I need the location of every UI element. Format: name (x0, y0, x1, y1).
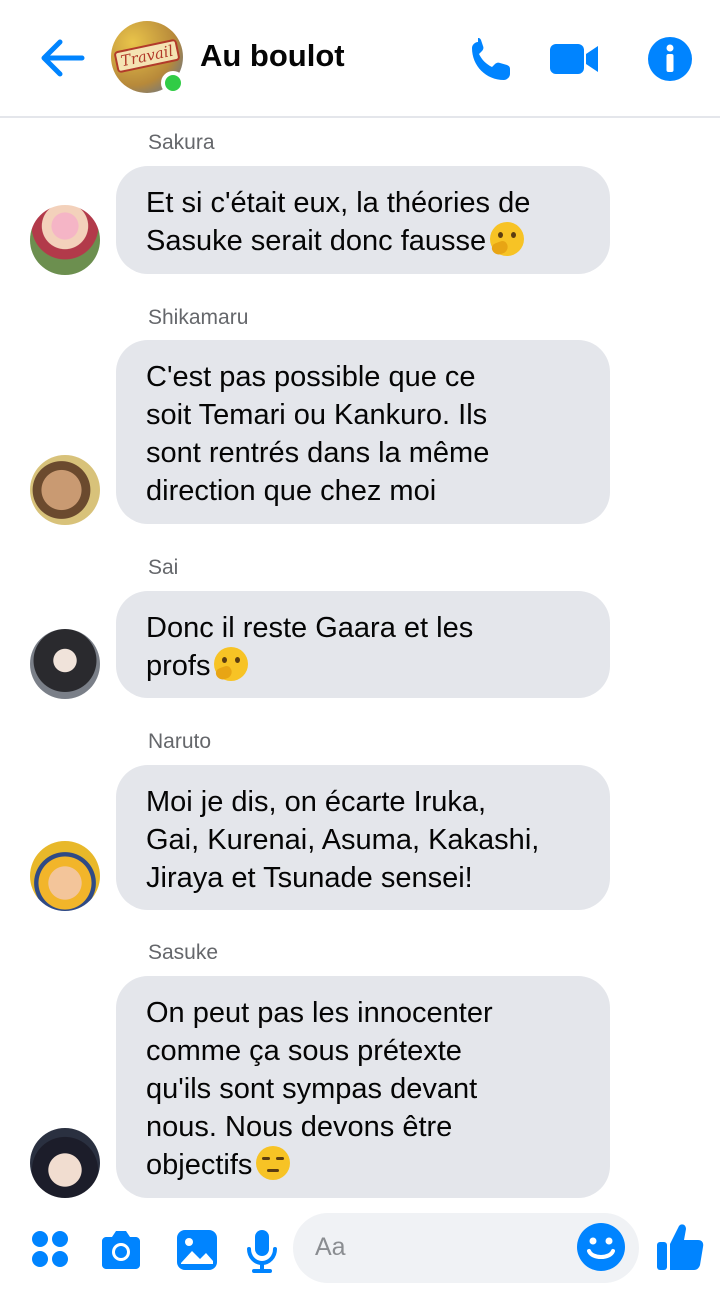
thinking-face-icon (214, 647, 249, 681)
avatar-stamp-text: Travail (113, 38, 181, 74)
avatar[interactable] (30, 455, 100, 525)
message-input[interactable] (315, 1227, 565, 1267)
message-bubble[interactable]: Et si c'était eux, la théories de Sasuke… (116, 166, 610, 274)
unamused-face-icon (256, 1146, 291, 1180)
sender-name: Shikamaru (148, 306, 249, 329)
group-avatar[interactable]: Travail (111, 21, 185, 95)
message-line: C'est pas possible que ce (146, 361, 476, 393)
arrow-left-icon[interactable] (38, 36, 86, 80)
message-line: qu'ils sont sympas devant (146, 1073, 478, 1105)
thumbs-up-icon[interactable] (655, 1222, 705, 1272)
message-line: Donc il reste Gaara et les (146, 612, 474, 644)
message-line: direction que chez moi (146, 475, 437, 507)
online-status-dot (161, 71, 185, 95)
smiley-icon[interactable] (576, 1222, 626, 1272)
message-bubble[interactable]: On peut pas les innocenter comme ça sous… (116, 976, 610, 1198)
avatar[interactable] (30, 205, 100, 275)
message-line: Gai, Kurenai, Asuma, Kakashi, (146, 824, 540, 856)
sender-name: Sai (148, 556, 179, 579)
video-camera-icon[interactable] (548, 34, 600, 84)
message-line: comme ça sous prétexte (146, 1035, 462, 1067)
avatar[interactable] (30, 841, 100, 911)
phone-icon[interactable] (464, 34, 516, 84)
message-bubble[interactable]: Moi je dis, on écarte Iruka, Gai, Kurena… (116, 765, 610, 910)
message-line: Sasuke serait donc fausse (146, 225, 487, 257)
info-icon[interactable] (644, 34, 696, 84)
apps-grid-icon[interactable] (30, 1229, 70, 1269)
conversation-title[interactable]: Au boulot (200, 38, 345, 74)
camera-icon[interactable] (98, 1229, 144, 1271)
message-line: soit Temari ou Kankuro. Ils (146, 399, 488, 431)
sender-name: Sakura (148, 131, 215, 154)
message-line: Et si c'était eux, la théories de (146, 187, 531, 219)
message-line: Moi je dis, on écarte Iruka, (146, 786, 487, 818)
message-line: sont rentrés dans la même (146, 437, 490, 469)
message-line: Jiraya et Tsunade sensei! (146, 862, 473, 894)
avatar[interactable] (30, 1128, 100, 1198)
message-line: nous. Nous devons être (146, 1111, 453, 1143)
avatar[interactable] (30, 629, 100, 699)
message-line: profs (146, 650, 211, 682)
message-line: On peut pas les innocenter (146, 997, 493, 1029)
sender-name: Sasuke (148, 941, 219, 964)
gallery-icon[interactable] (176, 1229, 218, 1271)
microphone-icon[interactable] (246, 1229, 278, 1273)
chat-header: Travail Au boulot (0, 0, 720, 118)
thinking-face-icon (490, 222, 525, 256)
message-line: objectifs (146, 1149, 253, 1181)
sender-name: Naruto (148, 730, 212, 753)
message-bubble[interactable]: Donc il reste Gaara et les profs (116, 591, 610, 698)
message-bubble[interactable]: C'est pas possible que ce soit Temari ou… (116, 340, 610, 524)
